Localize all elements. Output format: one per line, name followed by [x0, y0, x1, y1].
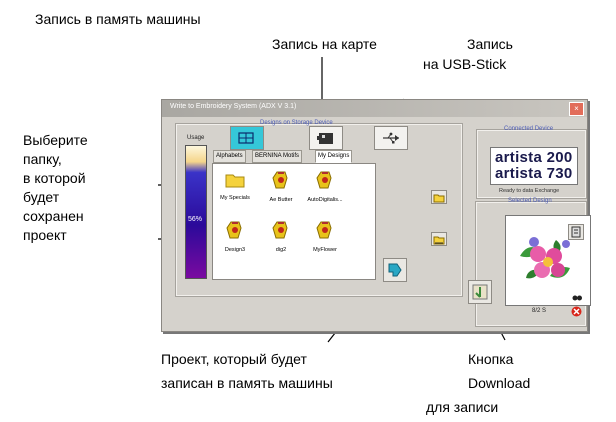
design-file-icon	[272, 171, 288, 189]
design-label: dig2	[275, 247, 287, 253]
tab-bernina-motifs[interactable]: BERNINA Motifs	[252, 150, 303, 163]
design-label: Design3	[224, 247, 246, 253]
annotation-design-note-1: Проект, который будет	[161, 351, 307, 367]
design-autodigitalis[interactable]: AutoDigitalis...	[307, 170, 343, 203]
machine-name-1: artista 200	[495, 149, 573, 166]
write-embroidery-window: Write to Embroidery System (ADX V 3.1) ×…	[161, 99, 591, 332]
annotation-choose-folder-1: Выберите	[23, 132, 88, 148]
usb-icon	[383, 132, 399, 144]
annotation-choose-folder-3: в которой	[23, 170, 86, 186]
delete-design-button[interactable]	[571, 304, 582, 322]
annotation-choose-folder-4: будет	[23, 189, 60, 205]
design-info-button[interactable]	[568, 224, 584, 240]
delete-icon	[571, 306, 582, 317]
rename-folder-icon	[433, 236, 445, 245]
annotation-choose-folder-2: папку,	[23, 151, 62, 167]
machine-logo: artista 200 artista 730	[490, 147, 578, 185]
annotation-write-card: Запись на карте	[272, 36, 377, 52]
usage-meter: 56%	[185, 145, 207, 279]
write-card-button[interactable]	[309, 126, 343, 150]
folder-icon	[225, 174, 245, 188]
annotation-choose-folder-6: проект	[23, 227, 67, 243]
usage-percent: 56%	[188, 216, 203, 223]
design-counter: 8/2 S	[532, 308, 547, 314]
write-memory-button[interactable]	[230, 126, 264, 150]
usage-label: Usage	[187, 135, 205, 141]
download-design-button[interactable]	[383, 258, 407, 282]
annotation-write-memory: Запись в память машины	[35, 11, 201, 27]
annotation-download-1: Кнопка	[468, 351, 514, 367]
design-label: Ae Butter	[269, 197, 293, 203]
annotation-download-2: Download	[468, 375, 531, 391]
annotation-choose-folder-5: сохранен	[23, 208, 84, 224]
new-folder-button[interactable]	[431, 190, 447, 204]
window-title: Write to Embroidery System (ADX V 3.1)	[170, 103, 297, 110]
annotation-download-3: для записи	[426, 399, 499, 415]
design-file-icon	[316, 221, 332, 239]
info-icon	[571, 226, 581, 238]
machine-name-2: artista 730	[495, 165, 573, 182]
design-file-icon	[272, 221, 288, 239]
design-label: MyFlower	[313, 247, 337, 253]
design-design3[interactable]: Design3	[217, 220, 253, 253]
design-ae-butter[interactable]: Ae Butter	[263, 170, 299, 203]
selected-design-label: Selected Design	[508, 198, 552, 204]
machine-transfer-button[interactable]	[468, 280, 492, 304]
binoculars-icon	[572, 295, 582, 301]
close-button[interactable]: ×	[569, 102, 584, 116]
transfer-icon	[472, 284, 488, 300]
tab-my-designs[interactable]: My Designs	[315, 150, 353, 163]
annotation-write-usb-2: на USB-Stick	[423, 56, 507, 72]
folder-my-specials[interactable]: My Specials	[217, 170, 253, 201]
write-usb-button[interactable]	[374, 126, 408, 150]
design-label: AutoDigitalis...	[307, 197, 343, 203]
rename-folder-button[interactable]	[431, 232, 447, 246]
tab-alphabets[interactable]: Alphabets	[213, 150, 246, 163]
design-file-icon	[226, 221, 242, 239]
folder-label: My Specials	[220, 195, 250, 201]
design-myflower[interactable]: MyFlower	[307, 220, 343, 253]
download-arrow-icon	[388, 263, 402, 277]
ready-status: Ready to data Exchange	[499, 188, 560, 194]
annotation-write-usb-1: Запись	[467, 36, 513, 52]
design-dig2[interactable]: dig2	[263, 220, 299, 253]
connected-device-label: Connected Device	[504, 126, 554, 132]
machine-memory-icon	[238, 132, 254, 144]
design-folder-panel: My Specials Ae Butter AutoDigitalis... D…	[212, 163, 376, 280]
design-file-icon	[316, 171, 332, 189]
new-folder-icon	[433, 194, 445, 203]
annotation-design-note-2: записан в память машины	[161, 375, 333, 391]
title-bar: Write to Embroidery System (ADX V 3.1) ×	[162, 100, 587, 117]
memory-card-icon	[317, 133, 333, 144]
